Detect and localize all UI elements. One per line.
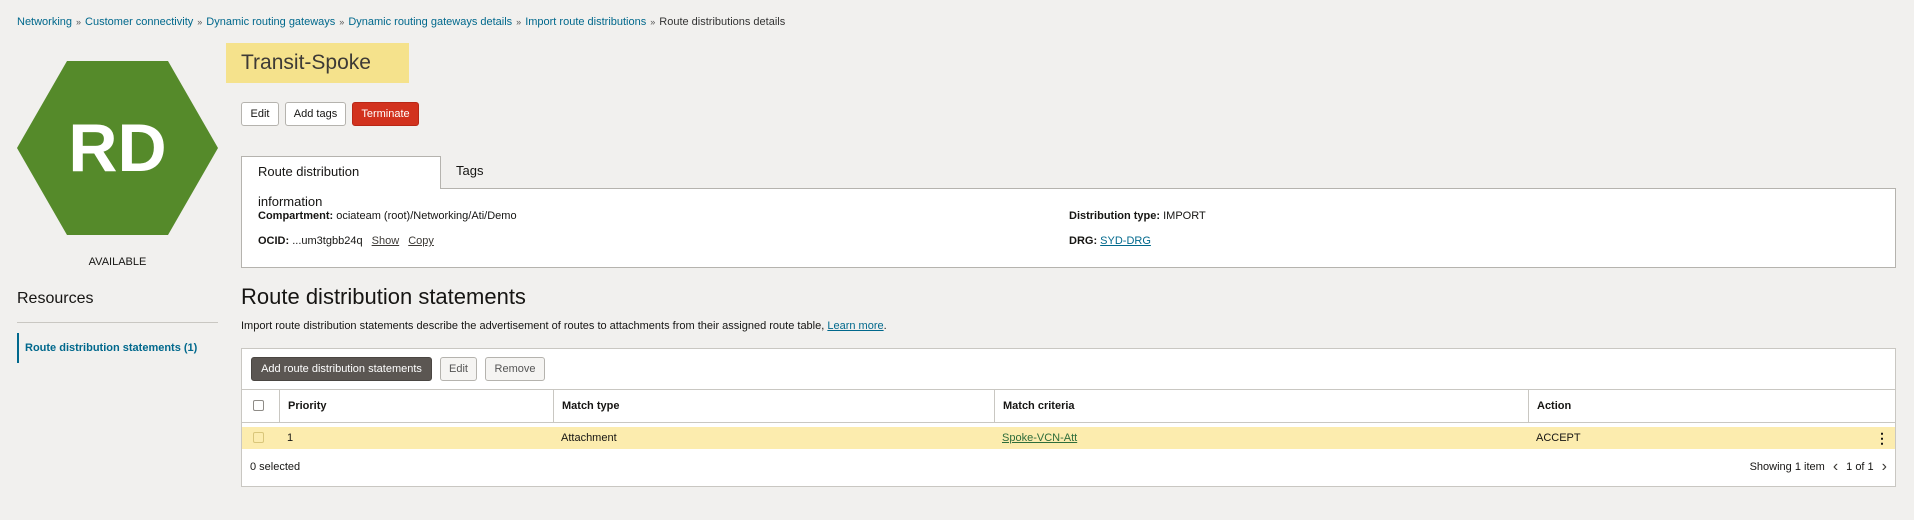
breadcrumb-separator: » — [76, 17, 82, 27]
select-all-checkbox[interactable] — [253, 400, 264, 411]
breadcrumb-import-route-distributions[interactable]: Import route distributions — [525, 16, 646, 28]
learn-more-link[interactable]: Learn more — [827, 320, 883, 332]
description-text: Import route distribution statements des… — [241, 320, 825, 332]
sidebar-item-route-distribution-statements[interactable]: Route distribution statements (1) — [17, 333, 215, 363]
match-criteria-link[interactable]: Spoke-VCN-Att — [1002, 432, 1077, 444]
column-header-action[interactable]: Action — [1528, 390, 1895, 422]
column-header-match-type[interactable]: Match type — [553, 390, 994, 422]
divider — [17, 322, 218, 323]
column-header-match-criteria[interactable]: Match criteria — [994, 390, 1528, 422]
terminate-button[interactable]: Terminate — [352, 102, 419, 126]
tab-route-distribution-information[interactable]: Route distribution information — [241, 156, 441, 209]
breadcrumb-separator: » — [339, 17, 345, 27]
section-title: Route distribution statements — [241, 284, 526, 309]
resources-heading: Resources — [17, 290, 94, 307]
ocid-label: OCID: — [258, 235, 290, 247]
ocid-value: ...um3tgbb24q — [292, 235, 363, 247]
table-remove-button[interactable]: Remove — [485, 357, 545, 381]
pagination: Showing 1 item ‹ 1 of 1 › — [1750, 459, 1887, 475]
breadcrumb-separator: » — [197, 17, 203, 27]
breadcrumb-separator: » — [516, 17, 522, 27]
add-tags-button[interactable]: Add tags — [285, 102, 346, 126]
page-indicator: 1 of 1 — [1846, 461, 1874, 473]
edit-button[interactable]: Edit — [241, 102, 279, 126]
chevron-right-icon[interactable]: › — [1882, 459, 1887, 475]
table-row[interactable]: 1 Attachment Spoke-VCN-Att ACCEPT ⋮ — [242, 427, 1895, 449]
cell-match-type: Attachment — [561, 432, 617, 444]
table-header: Priority Match type Match criteria Actio… — [242, 389, 1895, 423]
selected-count: 0 selected — [250, 461, 301, 473]
drg-label: DRG: — [1069, 235, 1098, 247]
row-checkbox[interactable] — [253, 432, 264, 443]
resource-hexagon-icon: RD — [17, 61, 218, 235]
showing-count: Showing 1 item — [1749, 461, 1825, 473]
info-panel: Compartment: ociateam (root)/Networking/… — [241, 188, 1896, 268]
add-route-distribution-statements-button[interactable]: Add route distribution statements — [251, 357, 432, 381]
breadcrumb-networking[interactable]: Networking — [17, 16, 72, 28]
breadcrumb-current: Route distributions details — [659, 16, 786, 28]
ocid-copy-link[interactable]: Copy — [408, 235, 434, 247]
drg-row: DRG: SYD-DRG — [1069, 235, 1151, 247]
column-header-priority[interactable]: Priority — [279, 390, 553, 422]
chevron-left-icon[interactable]: ‹ — [1833, 459, 1838, 475]
drg-link[interactable]: SYD-DRG — [1100, 235, 1151, 247]
distribution-type-label: Distribution type: — [1069, 210, 1161, 222]
breadcrumb: Networking» Customer connectivity» Dynamic… — [17, 16, 785, 28]
compartment-value: ociateam (root)/Networking/Ati/Demo — [336, 210, 517, 222]
breadcrumb-drg-details[interactable]: Dynamic routing gateways details — [348, 16, 512, 28]
resource-initials: RD — [68, 110, 167, 186]
cell-match-criteria: Spoke-VCN-Att — [994, 427, 1077, 449]
distribution-type-row: Distribution type: IMPORT — [1069, 210, 1206, 222]
breadcrumb-separator: » — [650, 17, 656, 27]
statements-table: Add route distribution statements Edit R… — [241, 348, 1896, 487]
lifecycle-state: AVAILABLE — [88, 256, 147, 268]
tab-tags[interactable]: Tags — [440, 156, 504, 188]
page-title: Transit-Spoke — [226, 43, 409, 83]
cell-action: ACCEPT — [1536, 432, 1581, 444]
cell-priority: 1 — [287, 432, 294, 444]
description-suffix: . — [883, 320, 887, 332]
ocid-show-link[interactable]: Show — [372, 235, 400, 247]
ocid-row: OCID: ...um3tgbb24q Show Copy — [258, 235, 434, 247]
row-actions-kebab-icon[interactable]: ⋮ — [1875, 427, 1889, 449]
breadcrumb-customer-connectivity[interactable]: Customer connectivity — [85, 16, 193, 28]
breadcrumb-dynamic-routing-gateways[interactable]: Dynamic routing gateways — [206, 16, 335, 28]
distribution-type-value: IMPORT — [1163, 210, 1206, 222]
table-edit-button[interactable]: Edit — [440, 357, 477, 381]
section-description: Import route distribution statements des… — [241, 320, 887, 332]
